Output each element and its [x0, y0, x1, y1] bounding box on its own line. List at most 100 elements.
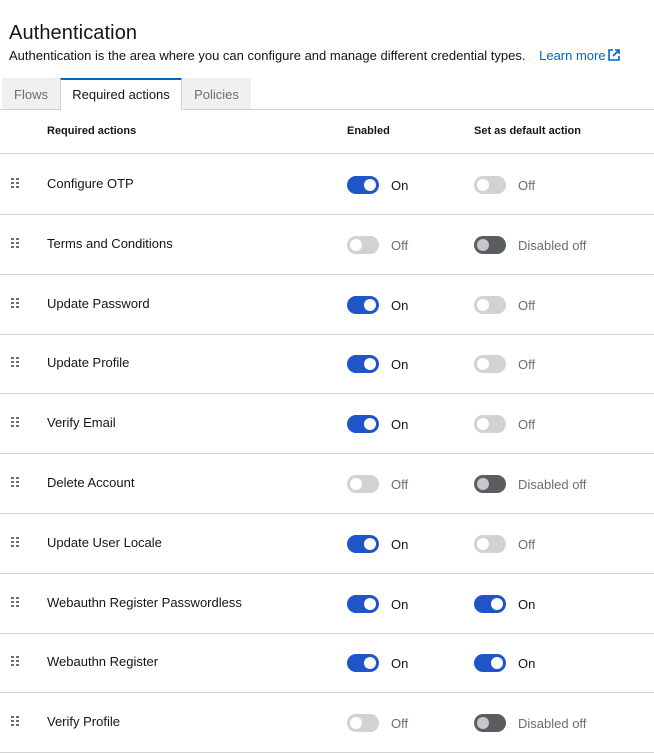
default-action-toggle[interactable]: [474, 176, 506, 194]
enabled-label: Off: [391, 716, 409, 732]
default-action-toggle[interactable]: [474, 594, 506, 613]
default-action-toggle: [474, 475, 506, 493]
page-description: Authentication is the area where you can…: [9, 48, 620, 63]
drag-handle-icon[interactable]: [11, 417, 19, 428]
default-action-label: Disabled off: [518, 237, 587, 253]
default-action-label: Off: [518, 178, 536, 193]
required-action-name: Update User Locale: [47, 534, 162, 550]
default-action-label: Off: [518, 536, 536, 552]
toggle-knob: [364, 657, 376, 670]
default-action-label: Off: [518, 417, 536, 433]
default-action-toggle: [474, 714, 506, 733]
page-title: Authentication: [9, 22, 138, 44]
tab-required-actions[interactable]: Required actions: [60, 78, 182, 110]
table-row: Update User Locale On Off: [0, 513, 654, 574]
drag-handle-icon[interactable]: [11, 297, 19, 308]
table-row: Webauthn Register Passwordless On On: [0, 573, 654, 634]
enabled-toggle[interactable]: [347, 295, 379, 314]
column-header-required-actions: Required actions: [47, 125, 137, 137]
default-action-label: Disabled off: [518, 477, 587, 492]
default-action-label: Off: [518, 297, 536, 313]
enabled-toggle[interactable]: [347, 594, 379, 613]
table-row: Update Profile On Off: [0, 333, 654, 395]
required-action-name: Delete Account: [47, 475, 135, 490]
toggle-knob: [477, 418, 489, 431]
toggle-knob: [477, 179, 489, 191]
table-row: Delete Account Off Disabled off: [0, 453, 654, 514]
required-action-name: Webauthn Register Passwordless: [47, 594, 242, 610]
enabled-toggle[interactable]: [347, 415, 379, 434]
drag-handle-icon[interactable]: [11, 596, 19, 607]
required-action-name: Terms and Conditions: [47, 235, 173, 251]
table-row: Configure OTP On Off: [0, 154, 654, 215]
table-row: Verify Email On Off: [0, 393, 654, 455]
toggle-knob: [364, 537, 376, 550]
default-action-label: On: [518, 596, 536, 612]
required-action-name: Webauthn Register: [47, 654, 159, 670]
enabled-toggle[interactable]: [347, 235, 379, 254]
enabled-toggle[interactable]: [347, 534, 379, 553]
enabled-label: Off: [391, 477, 409, 492]
required-action-name: Update Profile: [47, 355, 130, 371]
enabled-label: On: [391, 178, 409, 193]
table-row: Update Password On Off: [0, 274, 654, 335]
toggle-knob: [364, 298, 376, 311]
toggle-knob: [477, 478, 489, 490]
enabled-label: On: [391, 297, 409, 313]
enabled-label: On: [391, 656, 409, 672]
enabled-toggle[interactable]: [347, 176, 379, 194]
toggle-knob: [364, 597, 376, 610]
default-action-toggle[interactable]: [474, 295, 506, 314]
default-action-toggle[interactable]: [474, 355, 506, 374]
table-row: Webauthn Register On On: [0, 632, 654, 694]
default-action-label: Disabled off: [518, 716, 587, 732]
drag-handle-icon[interactable]: [11, 477, 19, 487]
toggle-knob: [477, 537, 489, 550]
toggle-knob: [364, 418, 376, 431]
enabled-label: On: [391, 357, 409, 373]
drag-handle-icon[interactable]: [11, 656, 19, 667]
default-action-toggle[interactable]: [474, 654, 506, 673]
enabled-label: On: [391, 536, 409, 552]
drag-handle-icon[interactable]: [11, 716, 19, 727]
toggle-knob: [477, 298, 489, 311]
enabled-toggle[interactable]: [347, 475, 379, 493]
toggle-knob: [350, 238, 362, 251]
required-action-name: Verify Profile: [47, 714, 120, 730]
column-header-enabled: Enabled: [347, 125, 390, 137]
table-row: Terms and Conditions Off Disabled off: [0, 214, 654, 275]
table-row: Verify Profile Off Disabled off: [0, 692, 654, 753]
toggle-knob: [477, 358, 489, 371]
learn-more-label: Learn more: [539, 48, 606, 63]
default-action-label: On: [518, 656, 536, 672]
drag-handle-icon[interactable]: [11, 237, 19, 248]
description-text: Authentication is the area where you can…: [9, 48, 526, 63]
default-action-toggle[interactable]: [474, 415, 506, 434]
toggle-knob: [477, 717, 489, 730]
toggle-knob: [491, 657, 503, 670]
enabled-label: On: [391, 596, 409, 612]
column-header-default-action: Set as default action: [474, 125, 581, 137]
enabled-toggle[interactable]: [347, 355, 379, 374]
toggle-knob: [350, 478, 362, 490]
drag-handle-icon[interactable]: [11, 357, 19, 368]
tab-bar: Flows Required actions Policies: [0, 78, 654, 110]
tab-policies[interactable]: Policies: [182, 78, 251, 109]
drag-handle-icon[interactable]: [11, 178, 19, 188]
default-action-toggle: [474, 235, 506, 254]
toggle-knob: [364, 179, 376, 191]
enabled-toggle[interactable]: [347, 714, 379, 733]
learn-more-link[interactable]: Learn more: [539, 48, 620, 63]
default-action-toggle[interactable]: [474, 534, 506, 553]
toggle-knob: [477, 238, 489, 251]
toggle-knob: [350, 717, 362, 730]
tab-flows[interactable]: Flows: [2, 78, 60, 109]
drag-handle-icon[interactable]: [11, 536, 19, 547]
toggle-knob: [364, 358, 376, 371]
enabled-toggle[interactable]: [347, 654, 379, 673]
default-action-label: Off: [518, 357, 536, 373]
required-action-name: Configure OTP: [47, 176, 134, 191]
required-action-name: Update Password: [47, 295, 150, 311]
required-action-name: Verify Email: [47, 415, 116, 431]
enabled-label: Off: [391, 237, 409, 253]
